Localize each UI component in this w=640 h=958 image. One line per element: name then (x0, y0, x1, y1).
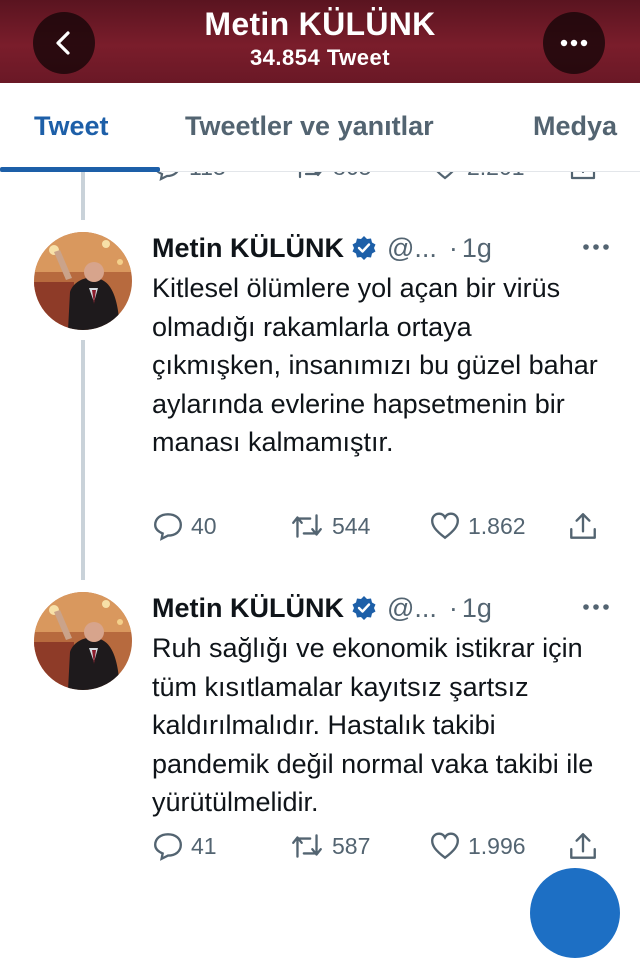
reply-icon (154, 833, 182, 861)
tweet-more-icon[interactable] (582, 603, 610, 611)
retweet-icon (292, 514, 322, 538)
reply-icon (154, 513, 182, 541)
retweet-count: 587 (332, 832, 371, 859)
tweet-header: Metin KÜLÜNK @... · 1g (152, 590, 612, 626)
like-count: 1.862 (468, 512, 526, 539)
heart-icon (436, 172, 454, 180)
profile-photo (34, 592, 132, 690)
like-count: 1.996 (468, 832, 526, 859)
separator-dot: · (448, 232, 458, 263)
previous-like-count[interactable]: 2.201 (430, 172, 525, 182)
reply-icon (156, 172, 179, 181)
share-icon (570, 172, 596, 180)
more-options-button[interactable] (543, 12, 605, 74)
author-handle: @... (386, 592, 437, 623)
retweet-count: 544 (332, 512, 371, 539)
reply-button[interactable]: 40 (152, 510, 217, 542)
tab-tweets[interactable]: Tweet (34, 111, 109, 142)
tweet-time: 1g (461, 592, 492, 623)
heart-icon (431, 512, 459, 540)
heart-icon (431, 832, 459, 860)
previous-share-button[interactable] (568, 172, 605, 182)
author-handle: @... (386, 232, 437, 263)
reply-button[interactable]: 41 (152, 830, 217, 862)
tab-tweets-and-replies[interactable]: Tweetler ve yanıtlar (185, 111, 434, 142)
tweet-text: Kitlesel ölümlere yol açan bir virüs olm… (152, 273, 598, 457)
profile-tabs: Tweet Tweetler ve yanıtlar Medya (0, 83, 640, 172)
thread-line (81, 340, 85, 580)
tweet-actions: 41 587 1.996 (152, 830, 612, 866)
compose-tweet-button[interactable] (530, 868, 620, 958)
share-icon (570, 513, 596, 539)
tab-media[interactable]: Medya (533, 111, 617, 142)
profile-header: Metin KÜLÜNK 34.854 Tweet (0, 0, 640, 83)
tweet-text: Ruh sağlığı ve ekonomik istikrar için tü… (152, 633, 594, 817)
tweet-actions: 40 544 1.862 (152, 510, 612, 546)
reply-count: 40 (191, 512, 217, 539)
profile-photo (34, 232, 132, 330)
author-name[interactable]: Metin KÜLÜNK (152, 593, 344, 624)
retweet-button[interactable]: 587 (289, 830, 370, 862)
like-button[interactable]: 1.996 (429, 830, 526, 862)
verified-badge-icon (352, 236, 376, 260)
retweet-button[interactable]: 544 (289, 510, 370, 542)
separator-dot: · (448, 592, 458, 623)
avatar[interactable] (34, 592, 132, 690)
previous-reply-count[interactable]: 113 (152, 172, 226, 182)
more-horizontal-icon (560, 39, 588, 47)
tweet-header: Metin KÜLÜNK @... · 1g (152, 230, 612, 266)
thread-line (81, 172, 85, 220)
share-button[interactable] (567, 510, 606, 542)
tweet-time: 1g (461, 232, 492, 263)
author-name[interactable]: Metin KÜLÜNK (152, 233, 344, 264)
share-button[interactable] (567, 830, 606, 862)
like-button[interactable]: 1.862 (429, 510, 526, 542)
avatar[interactable] (34, 232, 132, 330)
previous-retweet-count[interactable]: 865 (292, 172, 371, 182)
reply-count: 41 (191, 832, 217, 859)
verified-badge-icon (352, 596, 376, 620)
tweet-more-icon[interactable] (582, 243, 610, 251)
retweet-icon (298, 172, 322, 179)
previous-tweet-actions: 113 865 2.201 (0, 172, 640, 186)
share-icon (570, 833, 596, 859)
retweet-icon (292, 834, 322, 858)
